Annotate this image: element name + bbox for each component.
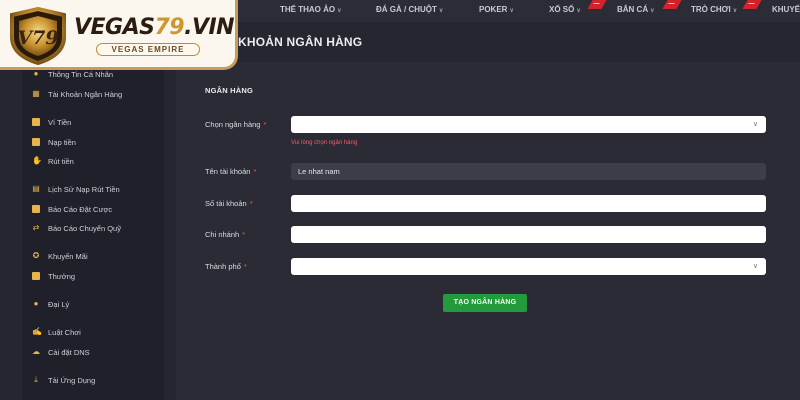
sidebar-item-transfer-report[interactable]: ⇄ Báo Cáo Chuyển Quỹ (32, 221, 121, 235)
chevron-down-icon: ∨ (337, 8, 342, 14)
deposit-icon (32, 138, 40, 146)
bank-select-label: Chọn ngân hàng * (205, 120, 267, 129)
branch-label: Chi nhánh * (205, 230, 246, 239)
brand-name: VEGAS79.VIN (74, 15, 235, 40)
chevron-down-icon: ∨ (732, 8, 738, 14)
agent-icon: ● (33, 299, 39, 308)
nav-item-fishing[interactable]: BẮN CÁ ∨ (617, 5, 655, 14)
history-icon: ▤ (32, 184, 40, 193)
bank-form-card: NGÂN HÀNG Chọn ngân hàng * ∨ Vui lòng chọ… (176, 62, 800, 400)
page-title: KHOẢN NGÂN HÀNG (238, 35, 363, 49)
brand-logo-panel[interactable]: V79 VEGAS79.VIN VEGAS EMPIRE (0, 0, 238, 70)
sidebar-item-bank-account[interactable]: ▦ Tài Khoản Ngân Hàng (32, 87, 122, 101)
sidebar-item-agent[interactable]: ● Đại Lý (32, 297, 70, 311)
wallet-icon (32, 118, 40, 126)
account-sidebar: ● Thông Tin Cá Nhân ▦ Tài Khoản Ngân Hàng … (22, 60, 164, 400)
bank-select[interactable]: ∨ (291, 116, 766, 133)
chevron-down-icon: ∨ (509, 8, 514, 14)
withdraw-icon: ✋ (32, 156, 42, 165)
sidebar-item-history[interactable]: ▤ Lịch Sử Nạp Rút Tiền (32, 182, 120, 196)
sidebar-item-promotion[interactable]: ✪ Khuyến Mãi (32, 249, 88, 263)
page-header: KHOẢN NGÂN HÀNG (238, 22, 800, 62)
account-name-field[interactable]: Le nhat nam (291, 163, 766, 180)
city-select-label: Thành phố * (205, 262, 247, 271)
sidebar-item-download-app[interactable]: ⤓ Tải Ứng Dụng (32, 373, 95, 387)
nav-item-games[interactable]: TRÒ CHƠI ∨ (691, 5, 737, 14)
nav-item-cockfight[interactable]: ĐÁ GÀ / CHUỘT ∨ (376, 5, 443, 14)
nav-item-virtual-sports[interactable]: THỂ THAO ẢO ∨ (280, 5, 342, 14)
bank-error-message: Vui lòng chọn ngân hàng (291, 140, 358, 146)
section-title: NGÂN HÀNG (205, 86, 254, 95)
sidebar-item-bet-report[interactable]: Báo Cáo Đặt Cược (32, 202, 112, 216)
nav-item-promotions[interactable]: KHUYẾN (772, 5, 800, 14)
account-number-input[interactable] (291, 195, 766, 212)
chevron-down-icon: ∨ (752, 121, 758, 128)
bet-report-icon (32, 205, 40, 213)
nav-item-lottery[interactable]: XỔ SỐ ∨ (549, 5, 581, 14)
sidebar-item-rules[interactable]: ✍ Luật Chơi (32, 325, 81, 339)
brand-emblem-icon: V79 (10, 7, 66, 65)
sidebar-item-withdraw[interactable]: ✋ Rút tiền (32, 154, 74, 168)
bank-icon: ▦ (32, 89, 40, 98)
brand-tagline: VEGAS EMPIRE (96, 43, 200, 56)
create-bank-button[interactable]: TẠO NGÂN HÀNG (443, 294, 527, 312)
rules-icon: ✍ (32, 327, 42, 336)
promotion-icon: ✪ (32, 251, 40, 260)
branch-input[interactable] (291, 226, 766, 243)
account-name-label: Tên tài khoản * (205, 167, 257, 176)
chevron-down-icon: ∨ (752, 263, 758, 270)
chevron-down-icon: ∨ (650, 8, 655, 14)
new-ribbon-icon (742, 0, 762, 9)
chevron-down-icon: ∨ (438, 8, 444, 14)
sidebar-item-deposit[interactable]: Nạp tiền (32, 135, 76, 149)
transfer-icon: ⇄ (32, 223, 40, 232)
account-number-label: Số tài khoản * (205, 199, 253, 208)
user-icon: ● (33, 69, 39, 78)
emblem-text: V79 (17, 27, 58, 49)
new-ribbon-icon (662, 0, 682, 9)
sidebar-item-dns-settings[interactable]: ☁ Cài đặt DNS (32, 345, 90, 359)
sidebar-item-wallet[interactable]: Ví Tiền (32, 115, 71, 129)
cloud-icon: ☁ (32, 347, 40, 356)
nav-item-poker[interactable]: POKER ∨ (479, 5, 514, 14)
gift-icon (32, 272, 40, 280)
chevron-down-icon: ∨ (576, 8, 581, 14)
city-select[interactable]: ∨ (291, 258, 766, 275)
sidebar-item-bonus[interactable]: Thưởng (32, 269, 75, 283)
new-ribbon-icon (587, 0, 607, 9)
download-icon: ⤓ (34, 375, 38, 384)
